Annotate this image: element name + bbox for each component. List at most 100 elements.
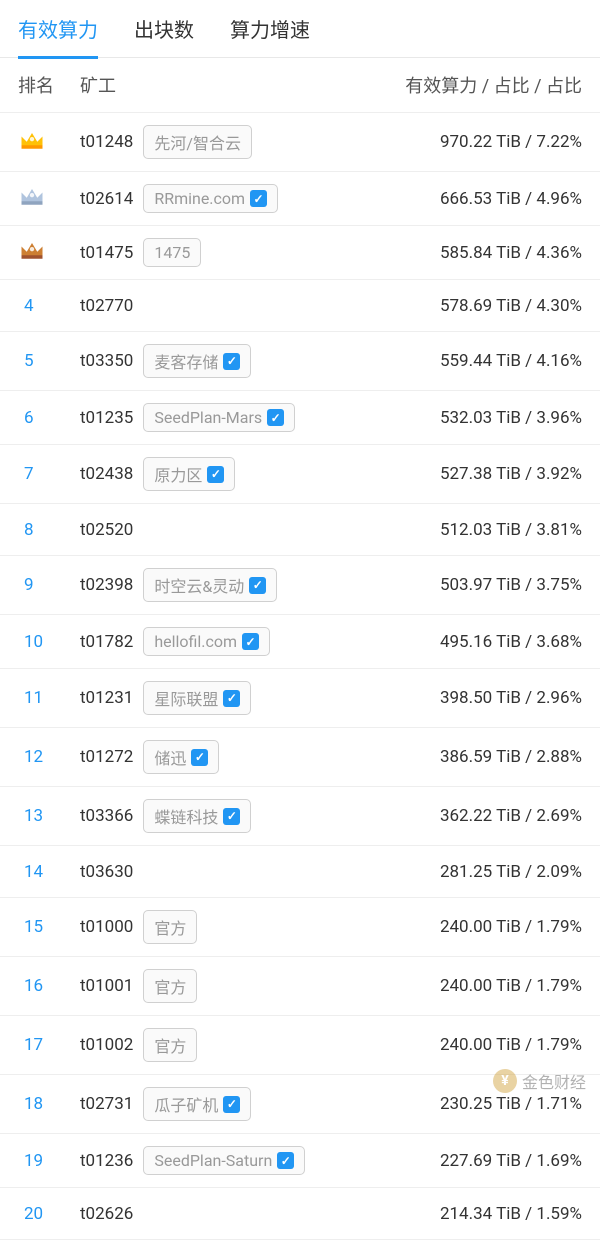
watermark-text: 金色财经 bbox=[522, 1069, 586, 1093]
table-row[interactable]: 14t03630281.25 TiB / 2.09% bbox=[0, 846, 600, 898]
value-cell: 230.25 TiB / 1.71% bbox=[440, 1094, 582, 1114]
table-row[interactable]: 13t03366蝶链科技✓362.22 TiB / 2.69% bbox=[0, 787, 600, 846]
table-row[interactable]: 12t01272储迅✓386.59 TiB / 2.88% bbox=[0, 728, 600, 787]
tab-bar: 有效算力 出块数 算力增速 bbox=[0, 0, 600, 58]
miner-cell: t01001 官方 bbox=[80, 969, 440, 1003]
watermark-icon: ¥ bbox=[493, 1069, 517, 1093]
rank-cell: 20 bbox=[18, 1204, 80, 1224]
value-cell: 240.00 TiB / 1.79% bbox=[440, 917, 582, 937]
table-row[interactable]: 20t02626214.34 TiB / 1.59% bbox=[0, 1188, 600, 1240]
miner-id[interactable]: t01235 bbox=[80, 408, 133, 428]
value-cell: 240.00 TiB / 1.79% bbox=[440, 976, 582, 996]
miner-cell: t03630 bbox=[80, 862, 440, 882]
rank-cell bbox=[18, 128, 80, 157]
rank-cell: 5 bbox=[18, 351, 80, 371]
rank-cell: 19 bbox=[18, 1151, 80, 1171]
rank-cell: 11 bbox=[18, 688, 80, 708]
miner-tag[interactable]: 官方 bbox=[143, 969, 197, 1003]
value-cell: 398.50 TiB / 2.96% bbox=[440, 688, 582, 708]
miner-cell: t01231 星际联盟✓ bbox=[80, 681, 440, 715]
miner-tag[interactable]: 先河/智合云 bbox=[143, 125, 252, 159]
miner-id[interactable]: t02398 bbox=[80, 575, 133, 595]
value-cell: 578.69 TiB / 4.30% bbox=[440, 296, 582, 316]
value-cell: 386.59 TiB / 2.88% bbox=[440, 747, 582, 767]
miner-tag[interactable]: SeedPlan-Saturn✓ bbox=[143, 1146, 305, 1175]
miner-id[interactable]: t01782 bbox=[80, 632, 133, 652]
table-row[interactable]: t02614RRmine.com✓666.53 TiB / 4.96% bbox=[0, 172, 600, 226]
table-row[interactable]: 4t02770 578.69 TiB / 4.30% bbox=[0, 280, 600, 332]
tab-power-growth[interactable]: 算力增速 bbox=[230, 0, 310, 59]
miner-id[interactable]: t03630 bbox=[80, 862, 133, 882]
miner-cell: t01000 官方 bbox=[80, 910, 440, 944]
table-row[interactable]: 6t01235SeedPlan-Mars✓532.03 TiB / 3.96% bbox=[0, 391, 600, 445]
rank-number: 18 bbox=[18, 1094, 43, 1114]
miner-id[interactable]: t02520 bbox=[80, 520, 133, 540]
verified-icon: ✓ bbox=[223, 690, 240, 707]
miner-tag[interactable]: 时空云&灵动✓ bbox=[143, 568, 277, 602]
miner-tag-label: 时空云&灵动 bbox=[154, 573, 244, 597]
miner-id[interactable]: t02614 bbox=[80, 189, 133, 209]
verified-icon: ✓ bbox=[207, 466, 224, 483]
miner-id[interactable]: t01002 bbox=[80, 1035, 133, 1055]
miner-cell: t02520 bbox=[80, 520, 440, 540]
miner-id[interactable]: t01001 bbox=[80, 976, 133, 996]
rank-number: 13 bbox=[18, 806, 43, 826]
miner-id[interactable]: t02731 bbox=[80, 1094, 133, 1114]
table-row[interactable]: 5t03350麦客存储✓559.44 TiB / 4.16% bbox=[0, 332, 600, 391]
miner-tag[interactable]: 1475 bbox=[143, 238, 201, 267]
table-row[interactable]: 19 t01236 SeedPlan-Saturn✓ 227.69 TiB / 1.6… bbox=[0, 1134, 600, 1188]
table-row[interactable]: t014751475585.84 TiB / 4.36% bbox=[0, 226, 600, 280]
miner-tag[interactable]: 官方 bbox=[143, 1028, 197, 1062]
verified-icon: ✓ bbox=[250, 190, 267, 207]
miner-tag[interactable]: hellofil.com ✓ bbox=[143, 627, 270, 656]
miner-id[interactable]: t03366 bbox=[80, 806, 133, 826]
miner-id[interactable]: t01272 bbox=[80, 747, 133, 767]
miner-cell: t02731 瓜子矿机✓ bbox=[80, 1087, 440, 1121]
table-row[interactable]: 9t02398时空云&灵动✓503.97 TiB / 3.75% bbox=[0, 556, 600, 615]
verified-icon: ✓ bbox=[223, 353, 240, 370]
miner-cell: t01248 先河/智合云 bbox=[80, 125, 440, 159]
miner-cell: t01002 官方 bbox=[80, 1028, 440, 1062]
table-row[interactable]: 16t01001 官方 240.00 TiB / 1.79% bbox=[0, 957, 600, 1016]
value-cell: 527.38 TiB / 3.92% bbox=[440, 464, 582, 484]
rank-cell: 4 bbox=[18, 296, 80, 316]
table-row[interactable]: 8t02520512.03 TiB / 3.81% bbox=[0, 504, 600, 556]
miner-id[interactable]: t01000 bbox=[80, 917, 133, 937]
miner-id[interactable]: t01248 bbox=[80, 132, 133, 152]
table-row[interactable]: 17t01002官方240.00 TiB / 1.79% bbox=[0, 1016, 600, 1075]
miner-tag-label: hellofil.com bbox=[154, 632, 237, 651]
table-row[interactable]: t01248先河/智合云970.22 TiB / 7.22% bbox=[0, 113, 600, 172]
verified-icon: ✓ bbox=[242, 633, 259, 650]
miner-id[interactable]: t02438 bbox=[80, 464, 133, 484]
table-row[interactable]: 15t01000官方240.00 TiB / 1.79% bbox=[0, 898, 600, 957]
miner-tag-label: SeedPlan-Mars bbox=[154, 408, 262, 427]
miner-tag[interactable]: 星际联盟✓ bbox=[143, 681, 251, 715]
miner-id[interactable]: t03350 bbox=[80, 351, 133, 371]
miner-tag[interactable]: SeedPlan-Mars✓ bbox=[143, 403, 295, 432]
tab-effective-power[interactable]: 有效算力 bbox=[18, 0, 98, 59]
miner-id[interactable]: t02770 bbox=[80, 296, 133, 316]
miner-id[interactable]: t01236 bbox=[80, 1151, 133, 1171]
miner-id[interactable]: t01231 bbox=[80, 688, 133, 708]
miner-tag[interactable]: 瓜子矿机✓ bbox=[143, 1087, 251, 1121]
miner-tag[interactable]: 蝶链科技✓ bbox=[143, 799, 251, 833]
rank-cell: 16 bbox=[18, 976, 80, 996]
miner-tag[interactable]: 原力区✓ bbox=[143, 457, 235, 491]
value-cell: 227.69 TiB / 1.69% bbox=[440, 1151, 582, 1171]
rank-number: 19 bbox=[18, 1151, 43, 1171]
miner-tag[interactable]: 官方 bbox=[143, 910, 197, 944]
miner-tag-label: SeedPlan-Saturn bbox=[154, 1151, 272, 1170]
miner-tag-label: RRmine.com bbox=[154, 189, 245, 208]
miner-tag[interactable]: RRmine.com ✓ bbox=[143, 184, 278, 213]
rank-number: 7 bbox=[18, 464, 34, 484]
miner-id[interactable]: t02626 bbox=[80, 1204, 133, 1224]
miner-tag[interactable]: 储迅✓ bbox=[143, 740, 219, 774]
miner-id[interactable]: t01475 bbox=[80, 243, 133, 263]
table-row[interactable]: 11t01231 星际联盟✓ 398.50 TiB / 2.96% bbox=[0, 669, 600, 728]
table-row[interactable]: 7 t02438 原力区✓ 527.38 TiB / 3.92% bbox=[0, 445, 600, 504]
table-row[interactable]: 10t01782hellofil.com✓495.16 TiB / 3.68% bbox=[0, 615, 600, 669]
tab-block-count[interactable]: 出块数 bbox=[134, 0, 194, 59]
rank-number: 17 bbox=[18, 1035, 43, 1055]
value-cell: 503.97 TiB / 3.75% bbox=[440, 575, 582, 595]
miner-tag[interactable]: 麦客存储✓ bbox=[143, 344, 251, 378]
